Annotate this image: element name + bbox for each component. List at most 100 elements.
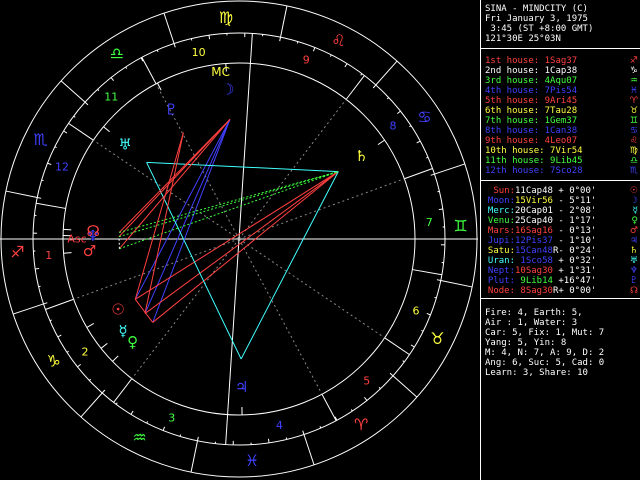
- planet-latitude: - 1°17': [558, 216, 597, 226]
- house-cusp-dotted: [131, 238, 240, 379]
- planet-latitude: + 0°32': [558, 256, 597, 266]
- planet-icon: ☽: [221, 80, 234, 98]
- aspect-line: [144, 132, 184, 314]
- planet-name: Node:: [487, 286, 515, 296]
- degree-tick: [146, 421, 149, 424]
- house-number: 10: [192, 46, 206, 59]
- sign-icon: ♊: [629, 116, 638, 126]
- house-value: 1Can38: [539, 126, 578, 136]
- house-cusp: [404, 168, 433, 180]
- planet-position: 10Sag30: [515, 266, 553, 276]
- house-cusp: [345, 75, 365, 100]
- info-panel: SINA - MINDCITY (C) Fri January 3, 1975 …: [480, 0, 640, 480]
- aspect-line: [240, 171, 339, 360]
- divider: [481, 180, 640, 181]
- house-value: 1Sag37: [539, 56, 578, 66]
- house-value: 7Vir54: [544, 146, 583, 156]
- degree-tick: [110, 77, 114, 81]
- stat-line: Fire: 4, Earth: 5,: [485, 308, 583, 318]
- degree-tick: [88, 378, 92, 381]
- planet-position: 9Lib14: [515, 276, 553, 286]
- aspect-line: [134, 132, 184, 300]
- planet-latitude: + 1°31': [558, 266, 597, 276]
- planet-name: Nept:: [487, 266, 515, 276]
- sign-divider: [5, 190, 38, 198]
- degree-tick: [47, 162, 52, 166]
- house-label: 10th house:: [485, 146, 545, 156]
- degree-tick: [179, 434, 182, 437]
- degree-tick: [125, 66, 128, 69]
- house-number: 3: [168, 411, 175, 424]
- house-number: 2: [81, 345, 88, 358]
- house-number: 9: [303, 54, 310, 67]
- planet-icon: ♅: [118, 136, 131, 154]
- degree-tick: [430, 173, 435, 176]
- chart-location: 121°30E 25°03N: [485, 34, 561, 44]
- stat-line: Air : 1, Water: 3: [485, 318, 578, 328]
- sign-icon: ♈: [629, 96, 638, 106]
- house-label: 1st house:: [485, 56, 540, 66]
- house-row: 11th house: 9Lib45 ♎: [485, 156, 638, 166]
- sign-icon: ♉: [629, 106, 638, 116]
- house-row: 3rd house: 4Aqu07 ♒: [485, 76, 638, 86]
- planet-position: 8Sag30: [515, 286, 553, 296]
- sign-divider: [280, 5, 288, 38]
- house-cusp-dotted: [238, 238, 385, 339]
- sign-icon: ♏: [33, 130, 47, 149]
- planet-latitude: - 5°11': [558, 196, 597, 206]
- chart-wheel: ♈♉♊♋♌♍♎♏♐♑♒♓123456789101112☉☽☿♀♂♃♄♅♆♇☊As…: [0, 0, 478, 478]
- aspect-line: [134, 119, 231, 300]
- planet-latitude: + 0°00': [558, 286, 597, 296]
- house-number: 1: [45, 249, 52, 262]
- degree-tick: [43, 302, 48, 305]
- aspect-line: [119, 119, 231, 250]
- degree-tick: [173, 43, 176, 48]
- planet-row: Nept:10Sag30 + 1°31' ♆: [485, 266, 638, 276]
- degree-tick: [360, 73, 363, 76]
- degree-tick: [344, 63, 348, 68]
- house-cusp: [45, 298, 74, 310]
- sign-icon: ♒: [629, 76, 638, 86]
- divider: [481, 48, 640, 49]
- planet-name: Mars:: [487, 226, 515, 236]
- planet-latitude: - 0°13': [558, 226, 597, 236]
- planet-icon: ♄: [355, 147, 368, 165]
- degree-tick: [279, 37, 281, 42]
- planet-icon: ☽: [629, 196, 638, 206]
- degree-tick: [319, 426, 322, 429]
- planet-row: Node: 8Sag30R+ 0°00' ☊: [485, 286, 638, 296]
- stat-line: Car: 5, Fix: 1, Mut: 7: [485, 328, 605, 338]
- house-cusp: [249, 33, 253, 64]
- degree-tick: [101, 389, 106, 394]
- house-cusp: [225, 414, 229, 445]
- sign-icon: ♉: [430, 329, 444, 348]
- house-number: 7: [426, 216, 433, 229]
- house-cusp: [141, 57, 157, 85]
- planet-icon: ♇: [165, 101, 178, 119]
- house-row: 1st house: 1Sag37 ♐: [485, 56, 638, 66]
- sign-icon: ♓: [629, 86, 638, 96]
- sign-icon: ♐: [629, 56, 638, 66]
- planet-latitude: + 0°00': [558, 186, 597, 196]
- sign-divider: [303, 434, 315, 466]
- house-cusp-dotted: [93, 139, 240, 240]
- degree-tick: [302, 430, 305, 435]
- house-cusp: [113, 378, 133, 403]
- planet-row: Mars:16Sag16 - 0°13' ♂: [485, 226, 638, 236]
- house-value: 4Leo07: [539, 136, 578, 146]
- house-cusp-dotted: [238, 178, 405, 240]
- house-row: 2nd house: 1Cap38 ♑: [485, 66, 638, 76]
- aspect-line: [152, 171, 339, 323]
- sign-icon: ♑: [629, 66, 638, 76]
- degree-tick: [208, 35, 211, 40]
- degree-tick: [115, 402, 118, 405]
- aspect-line: [144, 119, 231, 314]
- sign-icon: ♌: [629, 136, 638, 146]
- sign-icon: ♎: [629, 156, 638, 166]
- planet-name: Merc:: [487, 206, 515, 216]
- house-number: 8: [390, 120, 397, 133]
- divider: [481, 298, 640, 299]
- degree-tick: [63, 130, 68, 134]
- house-row: 12th house: 7Sco28 ♏: [485, 166, 638, 176]
- sign-divider: [440, 280, 473, 288]
